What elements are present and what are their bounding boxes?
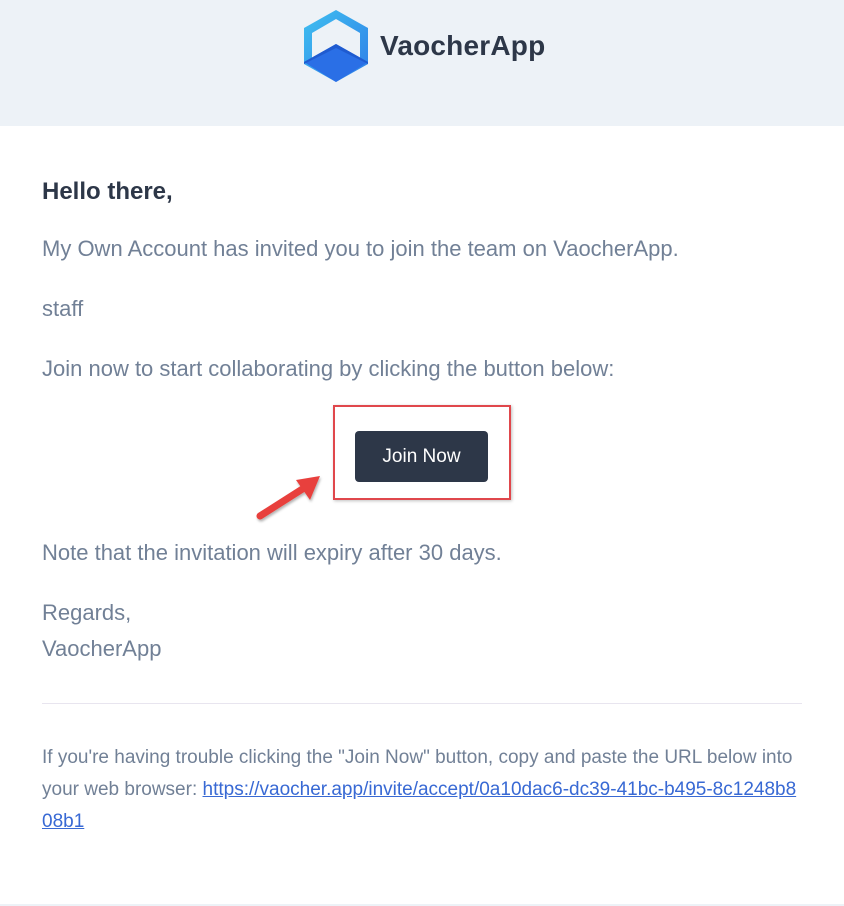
join-now-button[interactable]: Join Now xyxy=(355,431,488,482)
brand-name: VaocherApp xyxy=(380,30,546,61)
expiry-note: Note that the invitation will expiry aft… xyxy=(42,540,502,565)
trouble-paragraph: If you're having trouble clicking the "J… xyxy=(42,742,804,838)
signature-text: VaocherApp xyxy=(42,636,162,661)
red-arrow-icon xyxy=(256,476,320,520)
greeting-heading: Hello there, xyxy=(42,178,173,205)
invite-text: My Own Account has invited you to join t… xyxy=(42,236,679,261)
regards-text: Regards, xyxy=(42,600,132,625)
brand[interactable]: VaocherApp xyxy=(298,8,545,84)
divider xyxy=(42,703,802,704)
hexagon-cube-icon xyxy=(304,10,368,82)
email-header: VaocherApp xyxy=(0,0,844,126)
cta-text: Join now to start collaborating by click… xyxy=(42,356,615,381)
role-text: staff xyxy=(42,296,84,321)
